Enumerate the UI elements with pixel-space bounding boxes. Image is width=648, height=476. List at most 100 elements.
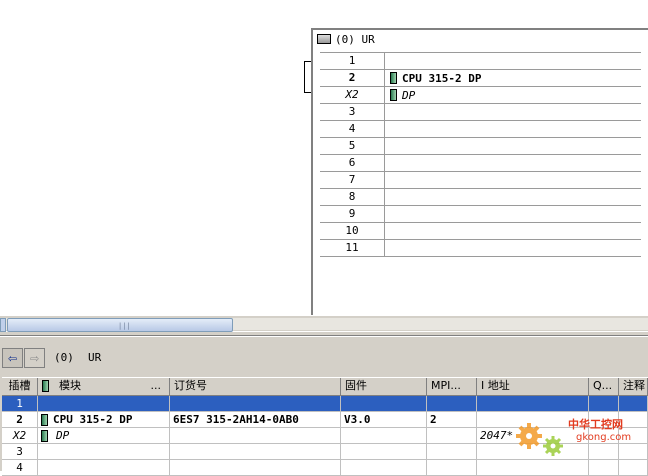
rack-module-cell[interactable] (385, 155, 641, 171)
cell-module[interactable]: CPU 315-2 DP (38, 412, 170, 428)
cell-slot: X2 (2, 428, 38, 444)
rack-row[interactable]: 4 (320, 121, 641, 138)
header-module-label: 模块 (59, 379, 81, 392)
cell-mpi[interactable] (427, 444, 477, 460)
rack-row[interactable]: 6 (320, 155, 641, 172)
rack-module-cell[interactable] (385, 240, 641, 256)
rack-row[interactable]: 2 CPU 315-2 DP (320, 70, 641, 87)
rack-module-cell[interactable] (385, 138, 641, 154)
cell-order[interactable] (170, 396, 341, 412)
watermark-url: gkong.com (576, 432, 632, 443)
cell-i-address[interactable] (477, 396, 589, 412)
cell-slot: 1 (2, 396, 38, 412)
rack-module-cell[interactable] (385, 189, 641, 205)
header-comment[interactable]: 注释 (619, 378, 648, 396)
cell-mpi[interactable] (427, 460, 477, 476)
cell-slot: 3 (2, 444, 38, 460)
rack-module-cell[interactable]: DP (385, 87, 641, 103)
cell-firmware[interactable]: V3.0 (341, 412, 427, 428)
rack-slot: 5 (320, 138, 385, 154)
header-q-address[interactable]: Q... (589, 378, 619, 396)
cell-order[interactable] (170, 428, 341, 444)
rack-slot: 9 (320, 206, 385, 222)
rack-slot: 11 (320, 240, 385, 256)
cell-slot: 2 (2, 412, 38, 428)
scrollbar-grip-icon: ||| (118, 322, 131, 330)
rack-row[interactable]: 9 (320, 206, 641, 223)
dp-module-icon (390, 89, 397, 101)
cell-module[interactable] (38, 444, 170, 460)
cell-module-label: DP (56, 429, 70, 442)
cpu-module-icon (390, 72, 397, 84)
scroll-left-button[interactable] (0, 318, 6, 332)
cell-module-label: CPU 315-2 DP (53, 413, 133, 426)
rack-row[interactable]: 7 (320, 172, 641, 189)
cell-mpi[interactable] (427, 396, 477, 412)
rack-icon (317, 34, 331, 44)
connector-bracket (304, 61, 311, 93)
forward-arrow-icon[interactable]: ⇨ (24, 348, 45, 368)
watermark-title: 中华工控网 (568, 418, 623, 431)
rack-slot: 4 (320, 121, 385, 137)
cell-module[interactable] (38, 396, 170, 412)
rack-module-cell[interactable] (385, 206, 641, 222)
header-module-dots: ... (150, 379, 162, 392)
cell-slot: 4 (2, 460, 38, 476)
cell-firmware[interactable] (341, 428, 427, 444)
cell-module[interactable]: DP (38, 428, 170, 444)
rack-name: UR (88, 351, 102, 364)
dp-module-icon (41, 430, 48, 442)
rack-module-cell[interactable] (385, 223, 641, 239)
station-number: (0) (54, 351, 74, 364)
scrollbar-thumb[interactable]: ||| (7, 318, 233, 332)
rack-module-cell[interactable]: CPU 315-2 DP (385, 70, 641, 86)
table-header: 插槽 模块... 订货号 固件 MPI... I 地址 Q... 注释 (2, 377, 648, 396)
cpu-module-icon (41, 414, 48, 426)
table-row[interactable]: 1 (2, 396, 648, 412)
header-module[interactable]: 模块... (38, 378, 170, 396)
rack-slot: 7 (320, 172, 385, 188)
back-arrow-icon[interactable]: ⇦ (2, 348, 23, 368)
cell-q-address[interactable] (589, 396, 619, 412)
rack-title-bar[interactable]: (0) UR (313, 30, 648, 48)
rack-module-cell[interactable] (385, 53, 641, 69)
splitter[interactable] (0, 332, 648, 336)
scrollbar-track[interactable]: ||| (0, 318, 648, 332)
cell-mpi[interactable]: 2 (427, 412, 477, 428)
rack-row[interactable]: 5 (320, 138, 641, 155)
rack-module-cell[interactable] (385, 172, 641, 188)
rack-module-cell[interactable] (385, 121, 641, 137)
horizontal-scrollbar[interactable]: ||| (0, 315, 648, 332)
rack-module-label: CPU 315-2 DP (402, 71, 482, 85)
module-icon (42, 380, 49, 392)
rack-title: (0) UR (335, 32, 375, 46)
header-firmware[interactable]: 固件 (341, 378, 427, 396)
cell-order[interactable] (170, 460, 341, 476)
rack-module-cell[interactable] (385, 104, 641, 120)
navigation-buttons: ⇦ ⇨ (2, 348, 45, 368)
cell-order[interactable]: 6ES7 315-2AH14-0AB0 (170, 412, 341, 428)
rack-row[interactable]: 1 (320, 53, 641, 70)
cell-module[interactable] (38, 460, 170, 476)
header-order-number[interactable]: 订货号 (170, 378, 341, 396)
cell-firmware[interactable] (341, 460, 427, 476)
rack-row[interactable]: 11 (320, 240, 641, 257)
rack-window: (0) UR 1 2 CPU 315-2 DP X2 DP 3 4 5 6 7 … (311, 28, 648, 315)
header-slot[interactable]: 插槽 (2, 378, 38, 396)
rack-row[interactable]: 10 (320, 223, 641, 240)
rack-slot: X2 (320, 87, 385, 103)
rack-row[interactable]: X2 DP (320, 87, 641, 104)
cell-firmware[interactable] (341, 444, 427, 460)
rack-slot: 3 (320, 104, 385, 120)
rack-slot: 6 (320, 155, 385, 171)
cell-firmware[interactable] (341, 396, 427, 412)
rack-slot: 1 (320, 53, 385, 69)
rack-slot: 2 (320, 70, 385, 86)
cell-mpi[interactable] (427, 428, 477, 444)
cell-order[interactable] (170, 444, 341, 460)
header-mpi[interactable]: MPI... (427, 378, 477, 396)
rack-row[interactable]: 3 (320, 104, 641, 121)
rack-row[interactable]: 8 (320, 189, 641, 206)
header-i-address[interactable]: I 地址 (477, 378, 589, 396)
cell-comment[interactable] (619, 396, 648, 412)
